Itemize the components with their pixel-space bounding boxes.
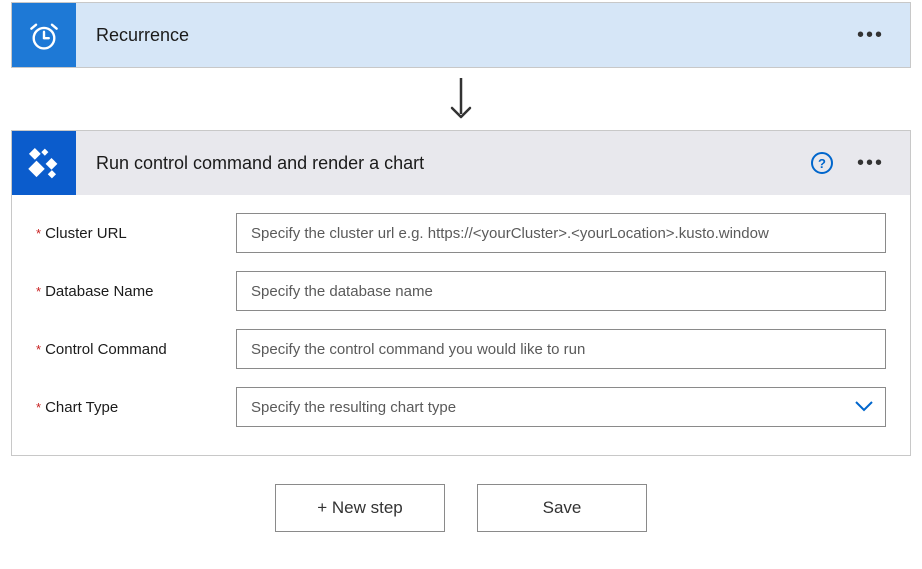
database-name-input[interactable]	[236, 271, 886, 311]
form-row-database-name: * Database Name	[36, 271, 886, 311]
arrow-connector	[2, 68, 920, 130]
ellipsis-icon[interactable]: •••	[851, 149, 890, 177]
required-indicator: *	[36, 284, 41, 299]
kusto-icon	[12, 131, 76, 195]
new-step-button[interactable]: + New step	[275, 484, 445, 532]
footer-actions: + New step Save	[2, 456, 920, 542]
form-row-control-command: * Control Command	[36, 329, 886, 369]
cluster-url-label: * Cluster URL	[36, 225, 236, 242]
action-card: Run control command and render a chart ?…	[11, 130, 911, 456]
required-indicator: *	[36, 226, 41, 241]
control-command-input[interactable]	[236, 329, 886, 369]
action-body: * Cluster URL * Database Name * Control …	[12, 195, 910, 455]
control-command-label: * Control Command	[36, 341, 236, 358]
help-icon[interactable]: ?	[811, 152, 833, 174]
save-button[interactable]: Save	[477, 484, 647, 532]
form-row-chart-type: * Chart Type Specify the resulting chart…	[36, 387, 886, 427]
trigger-header[interactable]: Recurrence •••	[12, 3, 910, 67]
action-title: Run control command and render a chart	[76, 153, 811, 174]
required-indicator: *	[36, 400, 41, 415]
trigger-title: Recurrence	[76, 25, 851, 46]
database-name-label: * Database Name	[36, 283, 236, 300]
required-indicator: *	[36, 342, 41, 357]
cluster-url-input[interactable]	[236, 213, 886, 253]
chart-type-select[interactable]: Specify the resulting chart type	[236, 387, 886, 427]
trigger-card: Recurrence •••	[11, 2, 911, 68]
form-row-cluster-url: * Cluster URL	[36, 213, 886, 253]
chart-type-label: * Chart Type	[36, 399, 236, 416]
ellipsis-icon[interactable]: •••	[851, 21, 890, 49]
action-header[interactable]: Run control command and render a chart ?…	[12, 131, 910, 195]
clock-icon	[12, 3, 76, 67]
